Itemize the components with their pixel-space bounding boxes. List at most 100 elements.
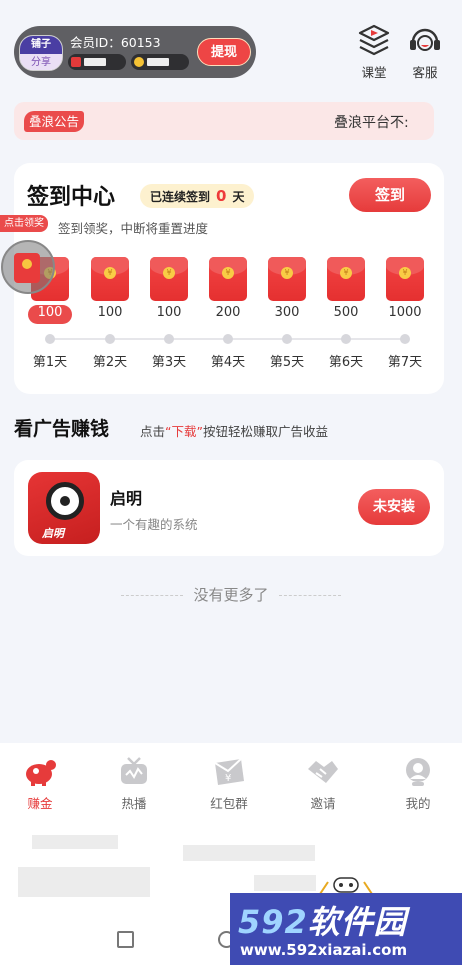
watermark-text: 软件园	[307, 903, 407, 941]
day-6-reward[interactable]: ¥	[320, 257, 372, 301]
svg-text:¥: ¥	[225, 773, 231, 784]
progress-dot	[164, 334, 174, 344]
recent-apps-icon[interactable]	[117, 931, 134, 948]
day-amount: 1000	[388, 305, 422, 320]
red-envelope-icon: ¥	[327, 257, 365, 301]
layers-play-icon	[358, 24, 390, 56]
service-button[interactable]: 客服	[405, 24, 445, 81]
coin-hidden-value	[147, 58, 169, 66]
nav-item-earn[interactable]: 赚金	[5, 757, 75, 812]
headset-icon	[410, 28, 440, 51]
ads-hint: 点击“下载”按钮轻松赚取广告收益	[140, 421, 328, 440]
day-label: 第2天	[92, 355, 128, 370]
day-7-reward[interactable]: ¥	[379, 257, 431, 301]
day-label: 第5天	[269, 355, 305, 370]
announcement-tag: 叠浪公告	[24, 111, 85, 132]
nav-label: 邀请	[310, 796, 336, 811]
day-5-reward[interactable]: ¥	[261, 257, 313, 301]
app-list-item[interactable]: 启明 启明 一个有趣的系统 未安装	[14, 460, 444, 556]
install-button[interactable]: 未安装	[358, 489, 430, 525]
watermark-url: www.592xiazai.com	[240, 941, 408, 959]
app-icon-text: 启明	[42, 527, 64, 540]
site-watermark: 592软件园 www.592xiazai.com	[230, 893, 462, 965]
day-amount: 500	[333, 305, 359, 320]
streak-suffix: 天	[232, 190, 245, 204]
ads-hint-before: 点击	[140, 424, 166, 439]
day-amount: 100	[156, 305, 182, 320]
day-label: 第1天	[32, 355, 68, 370]
member-id-value: 60153	[120, 35, 161, 50]
red-envelope-icon: ¥	[209, 257, 247, 301]
red-packet-icon	[71, 57, 81, 67]
progress-dot	[400, 334, 410, 344]
bottom-nav: 赚金 热播 ¥ 红包群 邀请 我的	[0, 743, 462, 823]
watermark-title: 592软件园	[238, 897, 407, 943]
placeholder-block	[18, 867, 150, 897]
day-3-reward[interactable]: ¥	[143, 257, 195, 301]
floating-red-packet-button[interactable]	[1, 240, 55, 294]
nav-label: 红包群	[210, 796, 248, 811]
red-packet-balance	[68, 54, 126, 70]
announcement-text: 叠浪平台不:	[334, 115, 409, 131]
claim-reward-tag[interactable]: 点击领奖	[0, 215, 48, 232]
watermark-digits: 592	[238, 903, 308, 941]
course-button[interactable]: 课堂	[354, 24, 394, 81]
streak-days: 0	[216, 187, 227, 205]
app-description: 一个有趣的系统	[110, 517, 198, 532]
member-card[interactable]: 铺子 分享 会员ID：60153 提现	[14, 26, 256, 78]
progress-dot	[45, 334, 55, 344]
placeholder-block	[32, 835, 118, 849]
film-reel-icon	[46, 482, 84, 520]
coin-balance	[131, 54, 189, 70]
placeholder-block	[254, 875, 316, 891]
progress-dot	[223, 334, 233, 344]
day-label: 第6天	[328, 355, 364, 370]
nav-label: 热播	[121, 796, 147, 811]
placeholder-block	[183, 845, 315, 861]
nav-label: 我的	[405, 796, 431, 811]
day-label: 第4天	[210, 355, 246, 370]
signin-subtitle: 签到领奖，中断将重置进度	[58, 221, 209, 236]
avatar[interactable]: 铺子 分享	[19, 35, 63, 71]
day-label: 第3天	[151, 355, 187, 370]
coin-icon	[134, 57, 144, 67]
nav-label: 赚金	[27, 796, 53, 811]
progress-dot	[105, 334, 115, 344]
ads-hint-after: 按钮轻松赚取广告收益	[202, 424, 328, 439]
nav-item-mine[interactable]: 我的	[383, 757, 453, 812]
ads-section-title: 看广告赚钱	[14, 418, 110, 440]
avatar-bottom-text: 分享	[20, 54, 62, 70]
tv-icon	[121, 757, 147, 784]
red-envelope-icon: ¥	[150, 257, 188, 301]
signin-button[interactable]: 签到	[349, 178, 431, 212]
course-label: 课堂	[361, 65, 387, 80]
day-4-reward[interactable]: ¥	[202, 257, 254, 301]
member-id-label: 会员ID：	[70, 35, 121, 50]
red-envelope-icon: ¥	[91, 257, 129, 301]
day-amount: 100	[97, 305, 123, 320]
film-reel-app-icon: 启明	[28, 472, 100, 544]
ads-hint-highlight: “下载”	[165, 424, 203, 439]
day-amount: 300	[274, 305, 300, 320]
nav-item-hot[interactable]: 热播	[99, 757, 169, 812]
progress-dot	[282, 334, 292, 344]
profile-icon	[406, 758, 430, 786]
streak-badge: 已连续签到 0 天	[140, 184, 255, 208]
red-envelope-icon: ¥	[268, 257, 306, 301]
withdraw-button[interactable]: 提现	[197, 38, 251, 66]
progress-dot	[341, 334, 351, 344]
handshake-icon	[308, 761, 338, 783]
no-more-text: 没有更多了	[0, 584, 462, 605]
nav-item-red-packet-group[interactable]: ¥ 红包群	[194, 757, 264, 812]
nav-item-invite[interactable]: 邀请	[288, 757, 358, 812]
day-label: 第7天	[387, 355, 423, 370]
service-label: 客服	[412, 65, 438, 80]
red-packet-group-icon: ¥	[214, 758, 244, 785]
balance-hidden-value	[84, 58, 106, 66]
red-envelope-icon	[14, 253, 40, 283]
avatar-top-text: 铺子	[20, 36, 62, 54]
announcement-bar[interactable]: 叠浪公告 叠浪平台不:	[14, 102, 434, 140]
member-id: 会员ID：60153	[70, 32, 161, 51]
app-name: 启明	[110, 489, 143, 508]
day-2-reward[interactable]: ¥	[84, 257, 136, 301]
